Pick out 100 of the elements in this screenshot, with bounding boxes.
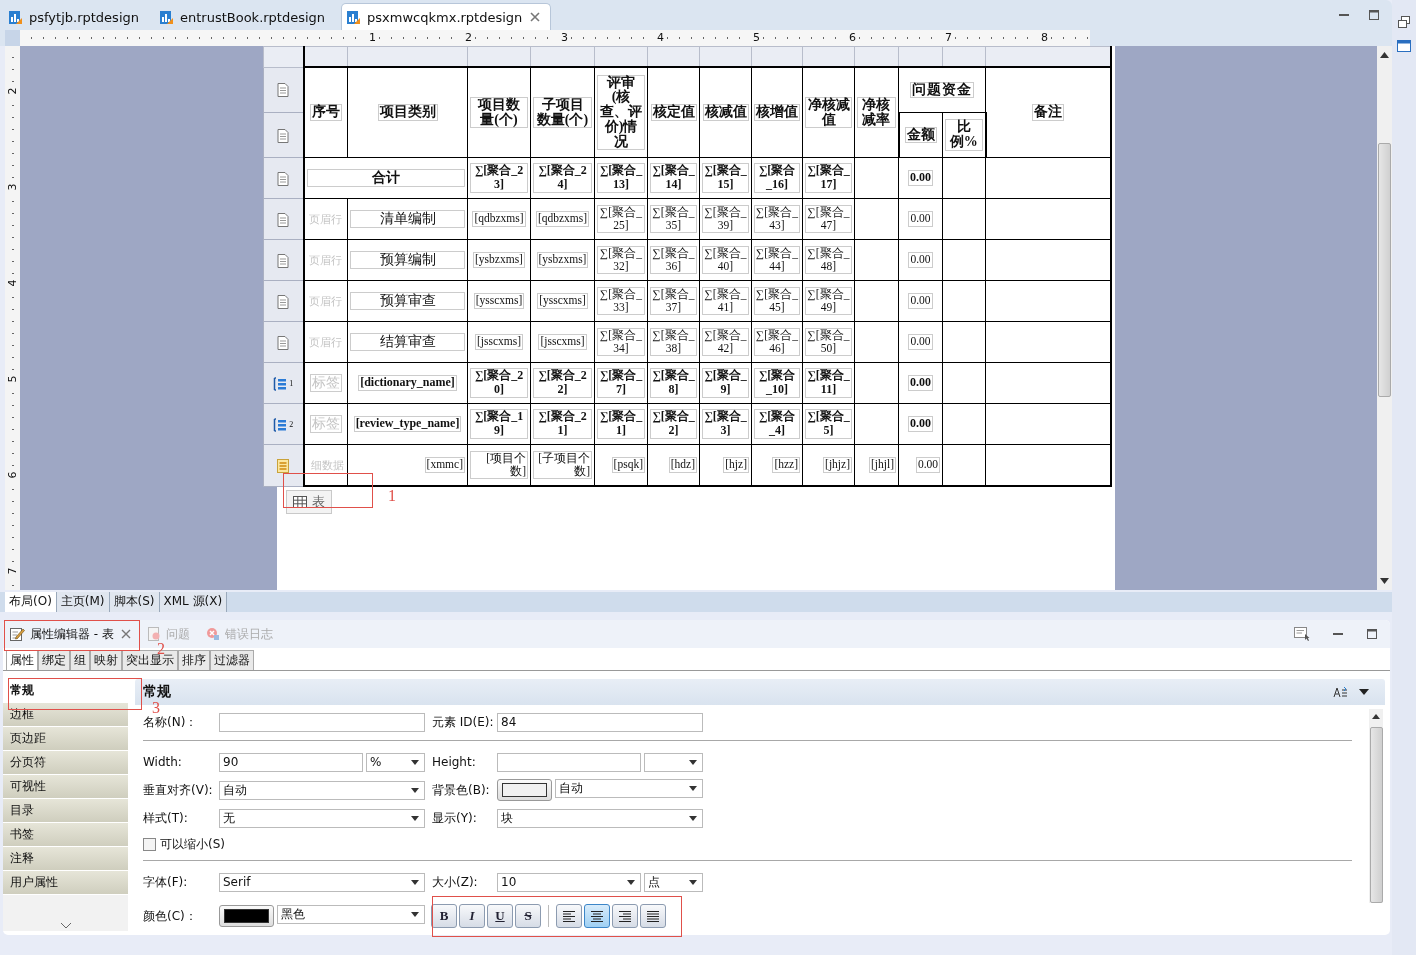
data-item: 0.00 (908, 375, 933, 391)
align-center-button[interactable] (584, 904, 610, 928)
color-picker-button[interactable] (497, 779, 552, 801)
text-field[interactable]: 84 (497, 712, 703, 732)
italic-button[interactable]: I (459, 904, 485, 928)
data-item: ∑[聚合_3] (702, 409, 749, 439)
data-item: ∑[聚合_7] (597, 368, 645, 398)
row-label: 标签 (309, 373, 342, 393)
strike-button[interactable]: S (515, 904, 541, 928)
sort-alpha-icon[interactable] (1333, 686, 1349, 698)
caret-icon (411, 759, 419, 765)
bold-button[interactable]: B (431, 904, 457, 928)
dropdown-field[interactable]: 无 (219, 808, 425, 828)
row-handle[interactable] (263, 112, 304, 158)
page-tab[interactable]: 布局(O) (5, 592, 57, 612)
column-header: 备注 (1032, 104, 1064, 121)
unit-dropdown[interactable]: % (366, 752, 425, 772)
data-item: ∑[聚合_5] (805, 409, 852, 439)
editor-tab[interactable]: psfytjb.rptdesign (4, 4, 149, 30)
align-left-button[interactable] (556, 904, 582, 928)
dropdown-field[interactable]: 自动 (219, 780, 425, 800)
column-guide[interactable] (263, 46, 304, 67)
column-guide[interactable] (303, 46, 348, 67)
property-tab[interactable]: 映射 (90, 650, 122, 670)
row-handle[interactable]: 1 (263, 362, 304, 404)
panel-icon[interactable] (1397, 40, 1411, 52)
maximize-icon[interactable] (1366, 628, 1378, 640)
property-tab[interactable]: 组 (70, 650, 90, 670)
group-level: 1 (289, 379, 294, 389)
unit-dropdown[interactable]: 点 (644, 872, 703, 892)
field-label: 名称(N)： (143, 713, 199, 731)
dropdown-field[interactable]: 黑色 (277, 905, 425, 924)
scroll-up-icon[interactable] (1372, 714, 1380, 719)
category-item[interactable]: 注释 (3, 847, 128, 871)
row-label: 合计 (306, 168, 465, 188)
row-handle[interactable] (263, 321, 304, 363)
page-icon (277, 171, 290, 186)
category-item[interactable]: 目录 (3, 799, 128, 823)
page-tab[interactable]: 脚本(S) (109, 592, 160, 612)
view-tab[interactable]: 属性编辑器 - 表 (7, 621, 134, 647)
data-item: ∑[聚合_1] (597, 409, 645, 439)
data-item: ∑[聚合_44] (754, 245, 800, 275)
editor-tab[interactable]: psxmwcqkmx.rptdesign (341, 3, 552, 30)
caret-icon[interactable] (1359, 689, 1369, 695)
align-justify-button[interactable] (640, 904, 666, 928)
data-item: ∑[聚合_9] (702, 368, 749, 398)
scrollbar[interactable] (1377, 46, 1392, 590)
property-tab[interactable]: 绑定 (38, 650, 70, 670)
maximize-icon[interactable] (1368, 9, 1380, 21)
color-picker-button[interactable] (219, 905, 274, 927)
annotation-number: 1 (388, 488, 396, 504)
shrink-checkbox[interactable]: 可以缩小(S) (143, 835, 233, 853)
dropdown-field[interactable]: 块 (497, 808, 703, 828)
category-item[interactable]: 页边距 (3, 727, 128, 751)
property-tab[interactable]: 过滤器 (210, 650, 254, 670)
underline-button[interactable]: U (487, 904, 513, 928)
text-field[interactable] (497, 752, 641, 772)
scroll-up-icon[interactable] (1380, 52, 1389, 58)
data-item: ∑[聚合_24] (533, 163, 592, 193)
scroll-down-icon[interactable] (59, 922, 72, 929)
report-file-icon (159, 9, 174, 25)
text-field[interactable]: 90 (219, 752, 363, 772)
dropdown-field[interactable]: Serif (219, 872, 425, 892)
row-handle[interactable] (263, 67, 304, 113)
row-handle[interactable] (263, 444, 304, 486)
close-icon[interactable] (120, 629, 131, 639)
category-item[interactable]: 常规 (3, 679, 128, 703)
row-handle[interactable]: 2 (263, 403, 304, 445)
row-handle[interactable] (263, 157, 304, 199)
row-handle[interactable] (263, 239, 304, 281)
data-item: 0.00 (908, 334, 933, 350)
row-handle[interactable] (263, 280, 304, 322)
report-file-icon (8, 9, 23, 25)
column-header: 净核减率 (857, 96, 896, 129)
page-tab[interactable]: XML 源(X) (159, 592, 228, 612)
data-item: ∑[聚合_42] (702, 327, 749, 357)
dropdown-field[interactable]: 自动 (555, 779, 703, 798)
category-item[interactable]: 书签 (3, 823, 128, 847)
category-item[interactable]: 分页符 (3, 751, 128, 775)
scroll-down-icon[interactable] (1380, 578, 1389, 584)
property-tab[interactable]: 属性 (6, 650, 38, 670)
category-item[interactable]: 可视性 (3, 775, 128, 799)
restore-icon[interactable] (1398, 16, 1410, 28)
data-item: [jsscxms] (474, 334, 524, 350)
table-tag[interactable]: 表 (286, 490, 332, 514)
view-menu-icon[interactable] (1294, 627, 1310, 641)
data-item: 0.00 (908, 211, 933, 227)
close-icon[interactable] (530, 12, 541, 22)
data-item: ∑[聚合_33] (597, 286, 645, 316)
align-left-icon (561, 909, 577, 923)
property-tab[interactable]: 排序 (178, 650, 210, 670)
caret-icon (411, 787, 419, 793)
editor-tab[interactable]: entrustBook.rptdesign (155, 4, 336, 30)
scroll-thumb[interactable] (1378, 143, 1391, 397)
align-right-button[interactable] (612, 904, 638, 928)
dropdown-field[interactable]: 10 (497, 872, 641, 892)
category-item[interactable]: 用户属性 (3, 871, 128, 895)
row-handle[interactable] (263, 198, 304, 240)
page-tab[interactable]: 主页(M) (56, 592, 110, 612)
text-field[interactable] (219, 712, 425, 732)
